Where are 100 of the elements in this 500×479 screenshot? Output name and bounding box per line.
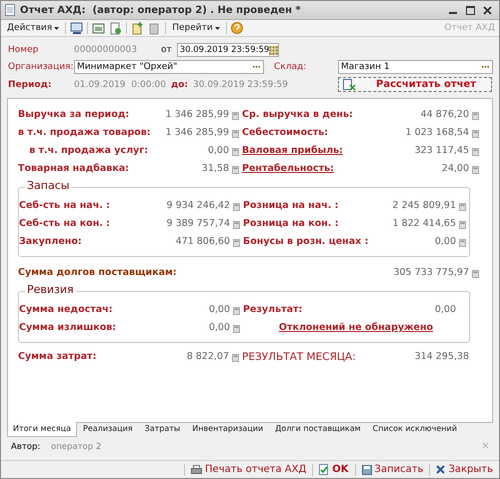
- calculator-icon[interactable]: [232, 354, 239, 362]
- calculator-icon[interactable]: [232, 130, 239, 138]
- field-label: Товарная надбавка:: [18, 163, 130, 174]
- group-title: Ревизия: [25, 283, 76, 296]
- field-label: Розница на нач. :: [243, 200, 340, 211]
- calculator-icon[interactable]: [459, 221, 466, 229]
- date-field[interactable]: 30.09.2019 23:59:59: [176, 43, 280, 57]
- field-value: 31,58: [202, 163, 229, 174]
- field-value: 1 346 285,99: [166, 109, 229, 120]
- calculator-icon[interactable]: [232, 148, 239, 156]
- field-label: в т.ч. продажа товаров:: [18, 127, 148, 138]
- close-icon: [436, 465, 446, 474]
- field-label: Бонусы в розн. ценах :: [243, 236, 370, 247]
- field-value: 1 822 414,65: [392, 218, 456, 229]
- period-end: 30.09.2019 23:59:59: [193, 80, 288, 90]
- calculator-icon[interactable]: [233, 325, 240, 333]
- field-link[interactable]: Рентабельность:: [242, 163, 442, 174]
- field-label: Сумма излишков:: [19, 322, 118, 333]
- toolbar-button[interactable]: OK: [317, 464, 351, 475]
- period-end-label: до:: [170, 80, 188, 90]
- group-title: Запасы: [25, 179, 72, 192]
- window-title: Отчет АХД: (автор: оператор 2) . Не проведен *: [20, 4, 302, 16]
- field-value: 24,00: [442, 163, 469, 174]
- calendar-icon[interactable]: [269, 46, 278, 54]
- form-caption: Отчет АХД: [444, 23, 495, 33]
- field-value: 44 876,20: [420, 109, 469, 120]
- document-cross-icon: [343, 78, 356, 90]
- field-value: 9 934 246,42: [166, 200, 230, 211]
- calculator-icon[interactable]: [472, 112, 479, 120]
- maximize-icon[interactable]: [464, 4, 476, 16]
- calculator-icon[interactable]: [233, 307, 240, 315]
- field-value: 0,00: [208, 304, 230, 315]
- field-label: Себ-сть на кон. :: [19, 218, 111, 229]
- field-label: Сумма долгов поставщикам:: [18, 267, 178, 278]
- warehouse-label: Склад:: [274, 62, 308, 72]
- field-value: 0,00: [208, 322, 230, 333]
- organization-field[interactable]: Минимаркет "Орхей": [74, 60, 264, 74]
- field-value: 0,00: [208, 145, 229, 156]
- toolbar-icon[interactable]: [92, 22, 106, 34]
- field-value: 0,00: [434, 304, 456, 315]
- field-value: 323 117,45: [414, 145, 469, 156]
- calculator-icon[interactable]: [233, 203, 240, 211]
- calculator-icon[interactable]: [233, 239, 240, 247]
- tab[interactable]: Список исключений: [366, 422, 463, 437]
- tab[interactable]: Итоги месяца: [7, 422, 77, 437]
- field-label: Ср. выручка в день:: [242, 109, 354, 120]
- calculator-icon[interactable]: [233, 221, 240, 229]
- calculator-icon[interactable]: [472, 148, 479, 156]
- number-label: Номер: [8, 45, 40, 55]
- toolbar-button[interactable]: Записать: [360, 464, 426, 475]
- tab[interactable]: Затраты: [138, 422, 186, 437]
- tab[interactable]: Реализация: [77, 422, 139, 437]
- toolbar-icon[interactable]: [109, 22, 122, 34]
- calculator-icon[interactable]: [472, 130, 479, 138]
- organization-label: Организация:: [8, 62, 74, 72]
- author-value: оператор 2: [51, 442, 102, 452]
- period-label: Период:: [8, 80, 52, 90]
- close-icon[interactable]: [481, 4, 493, 16]
- deviation-link[interactable]: Отклонений не обнаружено: [243, 322, 469, 333]
- field-label: Сумма недостач:: [19, 304, 114, 315]
- field-label: Розница на кон. :: [243, 218, 340, 229]
- field-value: 2 245 809,91: [392, 200, 456, 211]
- field-label: Себестоимость:: [242, 127, 330, 138]
- checkmark-icon: [319, 464, 330, 475]
- calculate-button[interactable]: Рассчитать отчет: [338, 77, 492, 92]
- date-label: от: [161, 45, 172, 55]
- field-value: 0,00: [434, 236, 456, 247]
- calculator-icon[interactable]: [459, 203, 466, 211]
- calculator-icon[interactable]: [472, 166, 479, 174]
- warehouse-field[interactable]: Магазин 1: [338, 60, 493, 74]
- tab[interactable]: Инвентаризации: [186, 422, 270, 437]
- field-label: РЕЗУЛЬТАТ МЕСЯЦА:: [242, 350, 357, 362]
- calculator-icon[interactable]: [459, 239, 466, 247]
- goto-menu[interactable]: Перейти: [170, 23, 222, 33]
- field-label: в т.ч. продажа услуг:: [28, 145, 148, 156]
- calculator-icon[interactable]: [472, 270, 479, 278]
- author-label: Автор:: [11, 442, 42, 452]
- calculator-icon[interactable]: [232, 112, 239, 120]
- tab[interactable]: Долги поставщикам: [269, 422, 367, 437]
- toolbar-icon[interactable]: [70, 22, 84, 34]
- field-value: 314 295,38: [414, 351, 469, 362]
- field-value: 8 822,07: [186, 351, 229, 362]
- field-value: 305 733 775,97: [393, 267, 469, 278]
- toolbar-button[interactable]: Печать отчета АХД: [189, 464, 308, 475]
- field-value: 1 346 285,99: [166, 127, 229, 138]
- field-label: Результат:: [243, 304, 304, 315]
- field-link[interactable]: Валовая прибыль:: [242, 145, 415, 156]
- calculator-icon[interactable]: [232, 166, 239, 174]
- caret-icon: [54, 26, 60, 30]
- field-label: Сумма затрат:: [18, 351, 98, 362]
- field-value: 1 023 168,54: [406, 127, 469, 138]
- actions-menu[interactable]: Действия: [5, 23, 62, 33]
- field-label: Выручка за период:: [18, 109, 130, 120]
- toolbar-icon[interactable]: [131, 22, 144, 34]
- field-label: Себ-сть на нач. :: [19, 200, 111, 211]
- document-icon: [5, 4, 15, 16]
- period-start: 01.09.2019 0:00:00: [74, 80, 166, 90]
- field-value: 471 806,60: [176, 236, 230, 247]
- help-icon[interactable]: [230, 22, 243, 34]
- toolbar-button[interactable]: Закрыть: [434, 464, 495, 475]
